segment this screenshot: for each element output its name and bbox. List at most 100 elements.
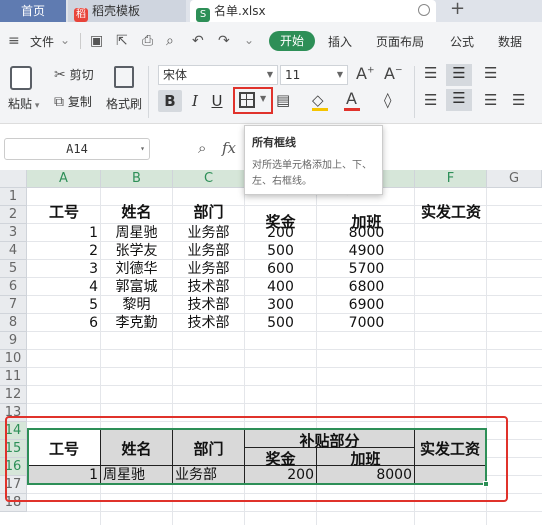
- t1-cell-id[interactable]: 2: [28, 242, 98, 260]
- row-header-12[interactable]: 12: [0, 386, 27, 404]
- t1-cell-dept[interactable]: 业务部: [173, 260, 244, 278]
- t1-cell-name[interactable]: 黎明: [101, 296, 172, 314]
- new-tab-button[interactable]: +: [450, 0, 465, 19]
- header-name[interactable]: 姓名: [101, 201, 172, 222]
- t1-cell-bonus[interactable]: 500: [245, 314, 316, 332]
- t1-cell-name[interactable]: 张学友: [101, 242, 172, 260]
- header-id[interactable]: 工号: [28, 201, 100, 222]
- menu-insert[interactable]: 插入: [328, 33, 352, 50]
- quick-access-more-icon[interactable]: ⌄: [244, 33, 254, 47]
- row-header-5[interactable]: 5: [0, 260, 27, 278]
- font-name-select[interactable]: 宋体 ▼: [158, 65, 278, 85]
- t1-cell-name[interactable]: 周星驰: [101, 224, 172, 242]
- row-header-11[interactable]: 11: [0, 368, 27, 386]
- header-pay[interactable]: 实发工资: [417, 201, 485, 222]
- t1-cell-dept[interactable]: 技术部: [173, 314, 244, 332]
- row-header-8[interactable]: 8: [0, 314, 27, 332]
- t1-cell-bonus[interactable]: 600: [245, 260, 316, 278]
- bold-button[interactable]: B: [158, 90, 182, 112]
- format-painter-button[interactable]: 格式刷: [106, 95, 142, 112]
- column-header-F[interactable]: F: [415, 170, 487, 188]
- t1-cell-id[interactable]: 4: [28, 278, 98, 296]
- t1-cell-id[interactable]: 5: [28, 296, 98, 314]
- t1-cell-bonus[interactable]: 500: [245, 242, 316, 260]
- paste-icon[interactable]: [10, 66, 32, 90]
- cut-button[interactable]: ✂ 剪切: [54, 66, 94, 83]
- chevron-down-icon[interactable]: ⌄: [60, 33, 70, 47]
- tab-file[interactable]: S 名单.xlsx: [190, 0, 436, 22]
- row-header-3[interactable]: 3: [0, 224, 27, 242]
- underline-button[interactable]: U: [208, 90, 226, 112]
- t1-cell-bonus[interactable]: 400: [245, 278, 316, 296]
- t1-cell-bonus[interactable]: 300: [245, 296, 316, 314]
- t1-cell-dept[interactable]: 技术部: [173, 296, 244, 314]
- t1-cell-overtime[interactable]: 6800: [317, 278, 416, 296]
- redo-icon[interactable]: ↷: [218, 33, 230, 49]
- paste-label: 粘贴: [8, 97, 33, 111]
- t1-cell-overtime[interactable]: 6900: [317, 296, 416, 314]
- menu-start[interactable]: 开始: [269, 31, 315, 51]
- row-header-1[interactable]: 1: [0, 188, 27, 206]
- align-middle-icon[interactable]: ☰: [446, 64, 472, 86]
- menu-formula[interactable]: 公式: [450, 33, 474, 50]
- column-header-G[interactable]: G: [487, 170, 542, 188]
- t1-cell-overtime[interactable]: 5700: [317, 260, 416, 278]
- copy-button[interactable]: ⧉ 复制: [54, 93, 92, 110]
- font-size-select[interactable]: 11 ▼: [280, 65, 348, 85]
- header-dept[interactable]: 部门: [173, 201, 244, 222]
- menu-data[interactable]: 数据: [498, 33, 522, 50]
- insert-function-button[interactable]: fx: [222, 139, 236, 157]
- t1-cell-overtime[interactable]: 4900: [317, 242, 416, 260]
- column-header-A[interactable]: A: [27, 170, 101, 188]
- column-header-B[interactable]: B: [101, 170, 173, 188]
- tab-template[interactable]: 稻稻壳模板: [68, 0, 186, 22]
- hamburger-icon[interactable]: ≡: [8, 33, 20, 49]
- menu-file[interactable]: 文件: [30, 33, 54, 50]
- align-left-icon[interactable]: ☰: [424, 91, 437, 109]
- t1-cell-dept[interactable]: 业务部: [173, 242, 244, 260]
- row-header-6[interactable]: 6: [0, 278, 27, 296]
- t1-cell-dept[interactable]: 技术部: [173, 278, 244, 296]
- row-header-2[interactable]: 2: [0, 206, 27, 224]
- row-header-10[interactable]: 10: [0, 350, 27, 368]
- undo-icon[interactable]: ↶: [192, 33, 204, 49]
- all-borders-button[interactable]: ▼: [233, 87, 273, 114]
- eraser-icon[interactable]: ◊: [384, 91, 391, 109]
- export-icon[interactable]: ⇱: [116, 33, 128, 49]
- align-center-icon[interactable]: ☰: [446, 89, 472, 111]
- font-color-button[interactable]: A: [346, 89, 357, 108]
- align-bottom-icon[interactable]: ☰: [484, 64, 497, 82]
- align-top-icon[interactable]: ☰: [424, 64, 437, 82]
- t1-cell-overtime[interactable]: 7000: [317, 314, 416, 332]
- t1-cell-name[interactable]: 李克勤: [101, 314, 172, 332]
- fill-pattern-icon[interactable]: ▤: [276, 91, 290, 109]
- t1-cell-name[interactable]: 郭富城: [101, 278, 172, 296]
- print-icon[interactable]: ⎙: [142, 33, 153, 49]
- t1-cell-id[interactable]: 3: [28, 260, 98, 278]
- menu-page-layout[interactable]: 页面布局: [376, 33, 424, 50]
- shrink-font-button[interactable]: A−: [384, 64, 403, 83]
- grow-font-button[interactable]: A+: [356, 64, 375, 83]
- name-box[interactable]: A14 ▾: [4, 138, 150, 160]
- align-right-icon[interactable]: ☰: [484, 91, 497, 109]
- italic-button[interactable]: I: [186, 90, 204, 112]
- row-header-4[interactable]: 4: [0, 242, 27, 260]
- save-icon[interactable]: ▣: [90, 33, 103, 49]
- format-painter-icon[interactable]: [114, 66, 134, 88]
- paste-button[interactable]: 粘贴 ▾: [8, 95, 39, 112]
- row-header-7[interactable]: 7: [0, 296, 27, 314]
- column-header-C[interactable]: C: [173, 170, 245, 188]
- row-header-9[interactable]: 9: [0, 332, 27, 350]
- t1-cell-bonus[interactable]: 200: [245, 224, 316, 242]
- t1-cell-id[interactable]: 1: [28, 224, 98, 242]
- select-all-corner[interactable]: [0, 170, 27, 188]
- tab-home[interactable]: 首页: [0, 0, 66, 22]
- t1-cell-dept[interactable]: 业务部: [173, 224, 244, 242]
- print-preview-icon[interactable]: ⌕: [166, 33, 174, 49]
- fill-color-icon[interactable]: ◇: [312, 91, 324, 109]
- t1-cell-name[interactable]: 刘德华: [101, 260, 172, 278]
- t1-cell-id[interactable]: 6: [28, 314, 98, 332]
- zoom-icon[interactable]: ⌕: [198, 139, 206, 157]
- t1-cell-overtime[interactable]: 8000: [317, 224, 416, 242]
- justify-icon[interactable]: ☰: [512, 91, 525, 109]
